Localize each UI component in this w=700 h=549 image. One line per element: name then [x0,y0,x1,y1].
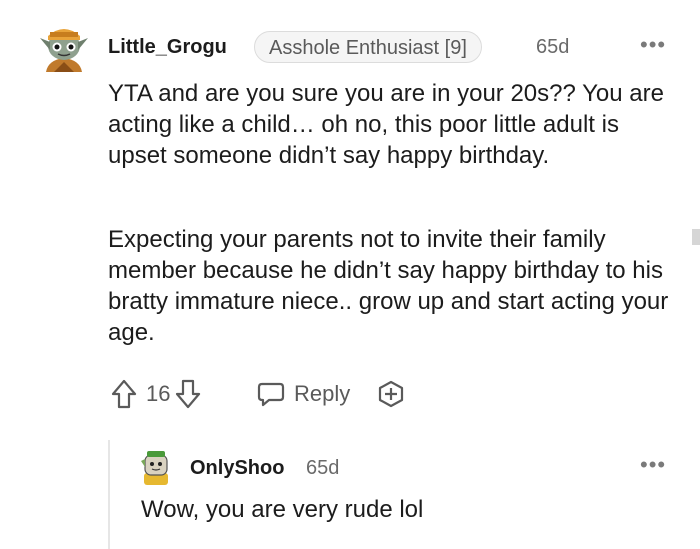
grogu-avatar-icon [40,29,88,72]
reply-age[interactable]: 65d [306,457,339,480]
user-flair: Asshole Enthusiast [9] [254,31,482,63]
reply-more-options-icon[interactable]: ••• [640,452,666,478]
reply-button[interactable]: Reply [256,376,350,412]
reply-user-avatar[interactable] [138,447,174,487]
user-avatar[interactable] [36,20,92,78]
more-options-icon[interactable]: ••• [640,32,666,58]
onlyshoo-avatar-icon [141,451,168,485]
reply-body: Wow, you are very rude lol [141,496,424,523]
upvote-icon[interactable] [110,378,138,410]
comment-age[interactable]: 65d [536,36,569,59]
comment-paragraph-2: Expecting your parents not to invite the… [108,226,669,346]
scrollbar-thumb[interactable] [692,229,700,245]
downvote-icon[interactable] [174,378,202,410]
reply-author[interactable]: OnlyShoo [190,457,284,480]
award-plus-icon[interactable] [376,379,406,409]
comment-paragraph-1: YTA and are you sure you are in your 20s… [108,80,664,169]
vote-controls: 16 [110,376,202,412]
reply-label: Reply [294,381,351,406]
comment-author[interactable]: Little_Grogu [108,36,227,59]
thread-line [108,440,110,549]
speech-bubble-icon [256,379,286,409]
vote-score: 16 [146,381,171,406]
